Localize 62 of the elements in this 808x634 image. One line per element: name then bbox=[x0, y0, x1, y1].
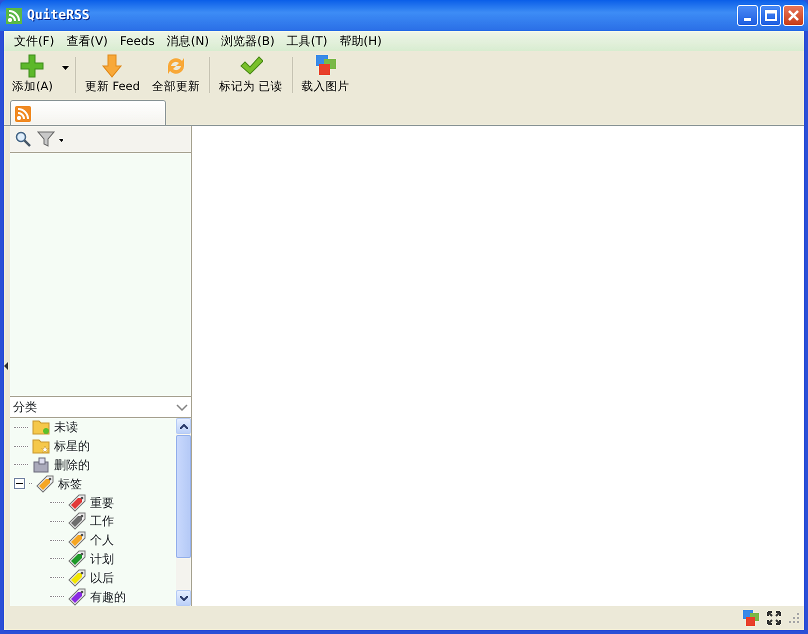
folder-icon bbox=[32, 438, 50, 454]
chevron-down-icon[interactable] bbox=[176, 404, 188, 410]
minimize-button[interactable] bbox=[737, 5, 758, 26]
tree-item-label[interactable]: 删除的 bbox=[54, 456, 90, 474]
window-title: QuiteRSS bbox=[27, 6, 91, 25]
menu-item[interactable]: 帮助(H) bbox=[333, 32, 388, 50]
maximize-icon bbox=[763, 8, 778, 23]
tree-connector-line bbox=[50, 577, 64, 578]
plus-icon bbox=[20, 54, 44, 78]
tree-item-label[interactable]: 标签 bbox=[58, 474, 82, 493]
expander-button[interactable] bbox=[14, 478, 25, 490]
tree-connector-line bbox=[50, 540, 64, 541]
tree-connector-line bbox=[14, 464, 28, 466]
toolbar-button[interactable]: 添加(A) bbox=[6, 53, 59, 97]
folder-icon bbox=[32, 419, 50, 436]
filter-icon[interactable] bbox=[37, 131, 63, 147]
rss-icon bbox=[15, 106, 31, 122]
categories-title: 分类 bbox=[13, 399, 37, 416]
close-button[interactable] bbox=[783, 5, 804, 26]
scrollbar[interactable] bbox=[176, 418, 191, 606]
tree-item-label[interactable]: 以后 bbox=[90, 568, 114, 587]
menu-item[interactable]: 消息(N) bbox=[160, 32, 216, 50]
app-logo-icon bbox=[6, 8, 22, 24]
menu-item[interactable]: 工具(T) bbox=[280, 32, 334, 50]
search-icon[interactable] bbox=[15, 131, 31, 147]
collapse-arrow-icon[interactable] bbox=[4, 362, 8, 370]
menu-item[interactable]: Feeds bbox=[114, 32, 161, 50]
menu-item[interactable]: 浏览器(B) bbox=[215, 32, 281, 50]
tree-connector-line bbox=[50, 558, 64, 560]
trash-icon bbox=[32, 456, 50, 473]
toolbar-button[interactable]: 更新 Feed bbox=[78, 53, 146, 97]
toolbar-button[interactable]: 载入图片 bbox=[296, 53, 356, 97]
menu-item[interactable]: 文件(F) bbox=[8, 32, 60, 50]
tree-connector-line bbox=[50, 520, 64, 522]
chevron-up-icon bbox=[180, 424, 188, 428]
tree-item-label[interactable]: 未读 bbox=[54, 418, 78, 436]
images-icon bbox=[314, 54, 338, 78]
tree-connector-line bbox=[50, 502, 64, 504]
minus-icon bbox=[16, 483, 23, 484]
tree-connector-line bbox=[14, 426, 28, 428]
chevron-down-icon bbox=[180, 596, 188, 600]
down-arrow-icon bbox=[100, 54, 124, 78]
tree-item-label[interactable]: 计划 bbox=[90, 550, 114, 568]
caret-icon bbox=[62, 66, 69, 70]
close-icon bbox=[786, 8, 801, 23]
tree-connector-line bbox=[14, 446, 28, 447]
fullscreen-icon[interactable] bbox=[766, 610, 782, 626]
tree-item-label[interactable]: 个人 bbox=[90, 531, 114, 550]
maximize-button[interactable] bbox=[760, 5, 781, 26]
resize-grip-icon[interactable] bbox=[788, 612, 800, 624]
tree-item-label[interactable]: 有趣的 bbox=[90, 588, 126, 606]
tree-item-label[interactable]: 标星的 bbox=[54, 437, 90, 456]
minimize-icon bbox=[744, 18, 751, 21]
tree-item-label[interactable]: 重要 bbox=[90, 494, 114, 512]
images-icon[interactable] bbox=[742, 609, 760, 627]
toolbar-button[interactable]: 标记为 已读 bbox=[212, 53, 289, 97]
tree-item-label[interactable]: 工作 bbox=[90, 512, 114, 530]
tree-connector-line bbox=[50, 596, 64, 598]
toolbar-button[interactable]: 全部更新 bbox=[146, 53, 206, 97]
menu-item[interactable]: 查看(V) bbox=[60, 32, 114, 50]
scroll-up-button[interactable] bbox=[176, 418, 191, 434]
scroll-down-button[interactable] bbox=[176, 590, 191, 606]
